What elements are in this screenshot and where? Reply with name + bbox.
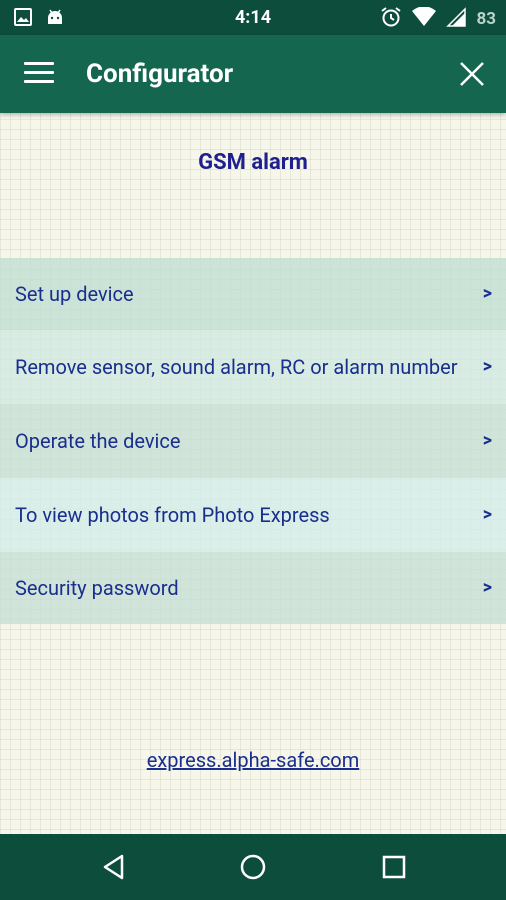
navigation-bar (0, 834, 506, 900)
back-icon[interactable] (100, 853, 128, 881)
wifi-icon (412, 6, 437, 31)
signal-icon (446, 7, 467, 31)
menu-item-set-up-device[interactable]: Set up device > (0, 258, 506, 330)
battery-level: 83 (476, 9, 496, 29)
menu-item-label: To view photos from Photo Express (15, 503, 330, 527)
hamburger-menu-icon[interactable] (24, 62, 56, 86)
chevron-right-icon: > (482, 430, 492, 451)
menu-item-label: Operate the device (15, 429, 181, 453)
chevron-right-icon: > (482, 504, 492, 525)
status-right-icons: 83 (380, 6, 496, 32)
recents-icon[interactable] (380, 853, 408, 881)
status-bar: 4:14 83 (0, 0, 506, 35)
home-icon[interactable] (239, 853, 267, 881)
chevron-right-icon: > (482, 356, 492, 377)
menu-item-security-password[interactable]: Security password > (0, 552, 506, 624)
close-icon[interactable] (458, 60, 486, 88)
menu-item-label: Set up device (15, 282, 134, 306)
menu-item-remove-sensor[interactable]: Remove sensor, sound alarm, RC or alarm … (0, 330, 506, 404)
website-link[interactable]: express.alpha-safe.com (0, 748, 506, 772)
menu-item-view-photos[interactable]: To view photos from Photo Express > (0, 478, 506, 552)
app-bar: Configurator (0, 35, 506, 113)
menu-item-operate-device[interactable]: Operate the device > (0, 404, 506, 478)
app-title: Configurator (86, 59, 234, 89)
chevron-right-icon: > (482, 577, 492, 598)
menu-item-label: Security password (15, 576, 179, 600)
menu-item-label: Remove sensor, sound alarm, RC or alarm … (15, 355, 458, 379)
alarm-clock-icon (380, 6, 402, 32)
menu-list: Set up device > Remove sensor, sound ala… (0, 258, 506, 624)
section-title: GSM alarm (198, 150, 308, 175)
chevron-right-icon: > (482, 283, 492, 304)
